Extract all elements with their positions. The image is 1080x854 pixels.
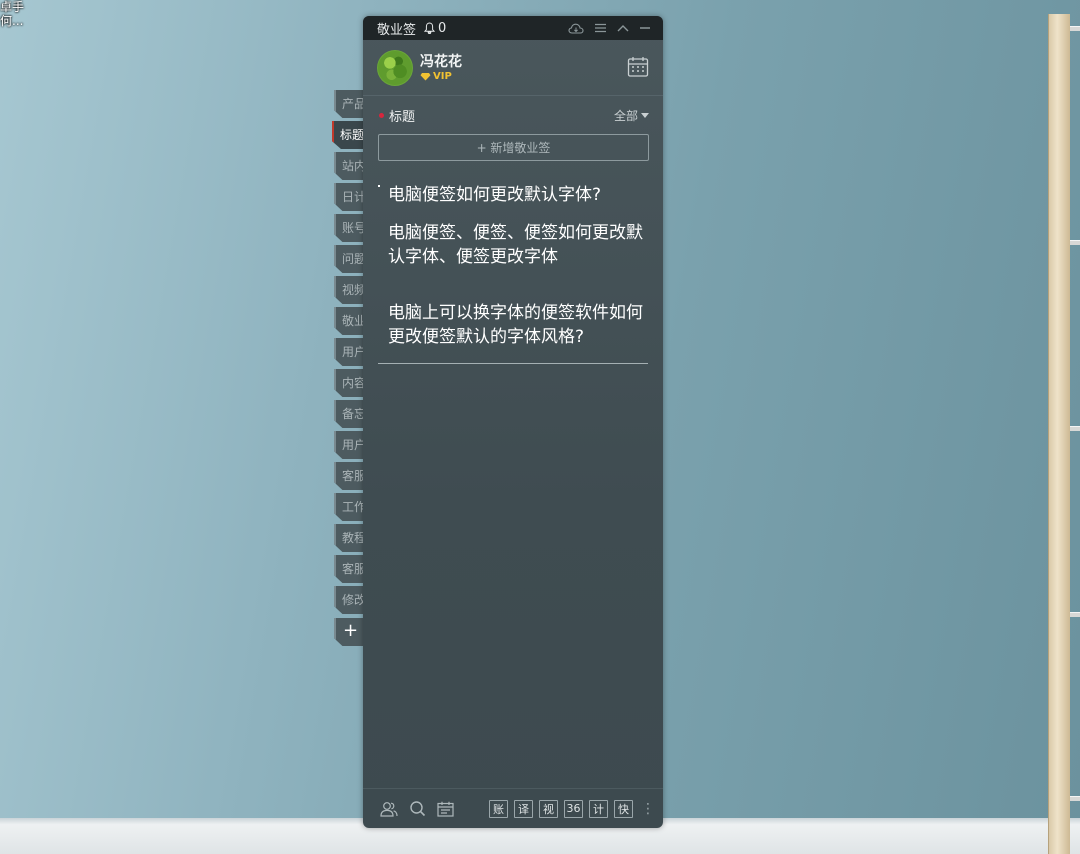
window-controls <box>568 16 651 40</box>
category-tab[interactable]: 问题 <box>334 245 364 273</box>
category-tab[interactable]: 修改 <box>334 586 364 614</box>
category-tab[interactable]: 视频 <box>334 276 364 304</box>
tool-calculator-button[interactable]: 计 <box>589 799 608 818</box>
category-color-dot <box>379 112 384 118</box>
desktop-icon-label[interactable]: 卓手 何... <box>0 0 24 28</box>
minimize-icon[interactable] <box>639 24 651 32</box>
search-icon <box>409 801 425 817</box>
user-info: 冯花花 VIP <box>420 53 462 83</box>
tool-translate-button[interactable]: 译 <box>514 799 533 818</box>
ladder-rung <box>1070 26 1080 31</box>
filter-dropdown[interactable]: 全部 <box>614 107 649 124</box>
avatar[interactable] <box>377 49 413 86</box>
ladder-rung <box>1070 612 1080 617</box>
ladder-rung <box>1070 426 1080 431</box>
category-tab-active[interactable]: 标题 <box>332 121 364 149</box>
category-tab[interactable]: 教程 <box>334 524 364 552</box>
sticky-note-panel: 敬业签 0 冯花花 VIP 标题 全部 + 新增敬业签 电脑便签如何更改默认字体… <box>363 16 663 828</box>
note-line: 电脑上可以换字体的便签软件如何更改便签默认的字体风格? <box>388 303 643 347</box>
bell-icon <box>424 22 436 34</box>
cloud-sync-icon[interactable] <box>568 23 584 34</box>
schedule-icon <box>436 801 454 817</box>
user-name: 冯花花 <box>420 53 462 70</box>
note-divider <box>378 363 648 364</box>
wall-shelf-ladder <box>1048 14 1080 854</box>
more-vertical-icon[interactable]: ⋮ <box>641 802 655 816</box>
ladder-rung <box>1070 796 1080 801</box>
caret-down-icon <box>641 112 649 118</box>
notification-button[interactable]: 0 <box>424 21 446 36</box>
section-header: 标题 全部 <box>363 96 663 134</box>
category-tab[interactable]: 站内 <box>334 152 364 180</box>
ladder-rung <box>1070 240 1080 245</box>
app-title: 敬业签 <box>377 22 417 38</box>
bottom-toolbar: 账 译 视 36 计 快 ⋮ <box>363 788 663 828</box>
tool-360-button[interactable]: 36 <box>564 799 583 818</box>
quick-tools: 账 译 视 36 计 快 ⋮ <box>489 799 655 818</box>
notification-count: 0 <box>438 20 447 36</box>
new-note-button[interactable]: + 新增敬业签 <box>378 134 649 161</box>
category-tab[interactable]: 日计 <box>334 183 364 211</box>
title-bar[interactable]: 敬业签 0 <box>363 16 663 40</box>
tool-video-button[interactable]: 视 <box>539 799 558 818</box>
tool-accounts-button[interactable]: 账 <box>489 799 508 818</box>
desktop-icon-label-line2: 何... <box>0 14 24 28</box>
ladder-rail <box>1048 14 1070 854</box>
note-bullet <box>378 185 380 187</box>
contacts-button[interactable] <box>379 799 399 819</box>
note-line: 电脑便签、便签、便签如何更改默认字体、便签更改字体 <box>388 223 643 267</box>
category-tab[interactable]: 账号 <box>334 214 364 242</box>
category-tab[interactable]: 产品 <box>334 90 364 118</box>
calendar-list-button[interactable] <box>435 799 455 819</box>
vip-label: VIP <box>433 70 452 82</box>
category-tab[interactable]: 内容 <box>334 369 364 397</box>
contacts-icon <box>380 801 398 817</box>
calendar-icon[interactable] <box>627 56 649 78</box>
note-item[interactable]: 电脑便签如何更改默认字体? 电脑便签、便签、便签如何更改默认字体、便签更改字体 … <box>363 161 663 349</box>
note-line: 电脑便签如何更改默认字体? <box>388 185 602 205</box>
user-header: 冯花花 VIP <box>363 40 663 96</box>
category-tab[interactable]: 备忘 <box>334 400 364 428</box>
diamond-icon <box>420 73 431 81</box>
category-tab[interactable]: 敬业 <box>334 307 364 335</box>
desktop-icon-label-line1: 卓手 <box>0 0 25 14</box>
category-tab[interactable]: 用户 <box>334 431 364 459</box>
vip-badge[interactable]: VIP <box>420 71 462 83</box>
search-button[interactable] <box>407 799 427 819</box>
collapse-up-icon[interactable] <box>617 24 629 32</box>
add-category-button[interactable]: + <box>334 618 364 646</box>
category-tab[interactable]: 客服 <box>334 462 364 490</box>
category-tab[interactable]: 用户 <box>334 338 364 366</box>
filter-label: 全部 <box>613 108 638 123</box>
category-tab[interactable]: 工作 <box>334 493 364 521</box>
menu-icon[interactable] <box>594 23 607 33</box>
tool-express-button[interactable]: 快 <box>614 799 633 818</box>
category-tab[interactable]: 客服 <box>334 555 364 583</box>
section-title: 标题 <box>389 109 416 125</box>
